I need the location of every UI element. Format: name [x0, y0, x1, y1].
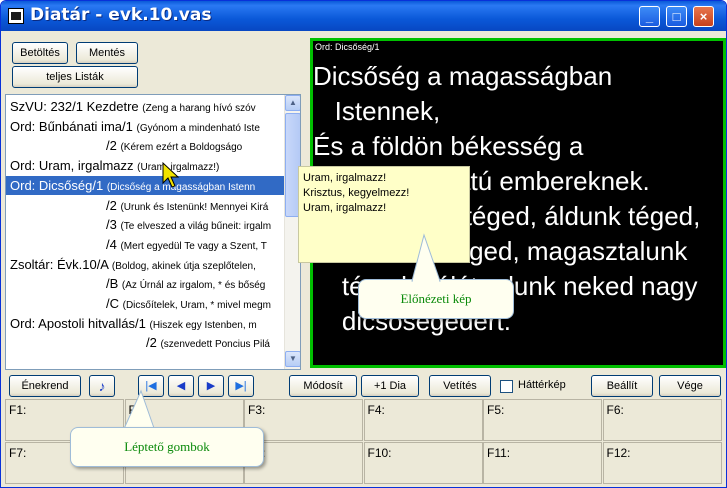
callout-joint	[413, 280, 439, 284]
list-item[interactable]: Ord: Uram, irgalmazz (Uram, irgalmazz!)	[6, 156, 286, 175]
list-item[interactable]: /2 (szenvedett Poncius Pilá	[6, 333, 286, 352]
preview-line: Dicsőség a magasságban	[313, 61, 613, 91]
list-item-title: /B	[106, 276, 119, 292]
list-item-title: /4	[106, 236, 117, 252]
list-item-title: Ord: Uram, irgalmazz	[10, 158, 134, 174]
list-item-subtitle: (szenvedett Poncius Pilá	[160, 339, 270, 351]
scroll-up-icon[interactable]: ▲	[285, 95, 300, 111]
settings-button[interactable]: Beállít	[591, 375, 653, 397]
list-item[interactable]: Ord: Apostoli hitvallás/1 (Hiszek egy Is…	[6, 314, 286, 333]
function-key-slot[interactable]: F6:	[602, 399, 722, 441]
list-item-subtitle: (Gyónom a mindenható Iste	[136, 122, 260, 134]
list-item-subtitle: (Mert egyedül Te vagy a Szent, T	[120, 240, 267, 252]
list-item-subtitle: (Kérem ezért a Boldogságo	[120, 142, 243, 154]
tooltip-line: Uram, irgalmazz!	[303, 202, 387, 214]
list-item-subtitle: (Dicsőség a magasságban Istenn	[106, 181, 256, 193]
full-lists-button[interactable]: teljes Listák	[12, 66, 138, 88]
close-button[interactable]: ×	[693, 6, 714, 27]
list-item-title: Ord: Dicsőség/1	[10, 177, 104, 193]
list-item-title: Zsoltár: Évk.10/A	[10, 256, 109, 272]
preview-line: Istennek,	[313, 96, 441, 126]
preview-line: És a földön békesség a	[313, 131, 584, 161]
title-bar[interactable]: Diatár - evk.10.vas _ □ ×	[1, 1, 726, 31]
mouse-cursor-icon	[162, 161, 180, 188]
background-image-checkbox[interactable]	[500, 380, 513, 393]
function-key-slot[interactable]: F5:	[483, 399, 602, 441]
list-item[interactable]: /3 (Te elveszed a világ bűneit: irgalm	[6, 215, 286, 234]
project-button[interactable]: Vetítés	[429, 375, 491, 397]
list-item[interactable]: /4 (Mert egyedül Te vagy a Szent, T	[6, 235, 286, 254]
plus-one-slide-button[interactable]: +1 Dia	[361, 375, 419, 397]
callout-joint-2	[125, 428, 153, 431]
list-item-title: /3	[106, 217, 117, 233]
songbook-button[interactable]: Énekrend	[9, 375, 81, 397]
service-list[interactable]: /2 (szenvedett Poncius Pilá Ord: Apostoli…	[5, 94, 301, 370]
list-item-title: /2	[106, 197, 117, 213]
list-item-subtitle: (Boldog, akinek útja szeplőtelen,	[111, 260, 256, 272]
window-title: Diatár - evk.10.vas	[30, 5, 212, 25]
last-slide-button[interactable]: ▶|	[228, 375, 254, 397]
list-item-subtitle: (Hiszek egy Istenben, m	[149, 319, 257, 331]
list-item-subtitle: (Dicsőítelek, Uram, * mivel megm	[122, 300, 271, 311]
list-item-subtitle: (Te elveszed a világ bűneit: irgalm	[120, 221, 272, 233]
list-item-title: Ord: Apostoli hitvallás/1	[10, 315, 146, 331]
app-window: Diatár - evk.10.vas _ □ × Betöltés Menté…	[0, 0, 727, 488]
list-item-subtitle: (Zeng a harang hívó szóv	[142, 103, 256, 114]
save-button[interactable]: Mentés	[76, 42, 138, 64]
list-item[interactable]: /2 (Urunk és Istenünk! Mennyei Kirá	[6, 196, 286, 215]
prev-slide-button[interactable]: ◀	[168, 375, 194, 397]
load-button[interactable]: Betöltés	[12, 42, 68, 64]
list-item-title: Ord: Bűnbánati ima/1	[10, 118, 133, 134]
list-item-title: /2	[146, 335, 157, 351]
list-item[interactable]: /B (Az Úrnál az irgalom, * és bőség	[6, 274, 286, 293]
tooltip-line: Krisztus, kegyelmezz!	[303, 187, 410, 199]
end-button[interactable]: Vége	[659, 375, 721, 397]
app-icon[interactable]	[8, 8, 24, 24]
background-image-label: Háttérkép	[518, 379, 566, 391]
stepper-callout: Léptető gombok	[70, 427, 264, 467]
tooltip-line: Uram, irgalmazz!	[303, 172, 387, 184]
next-slide-button[interactable]: ▶	[198, 375, 224, 397]
list-item-subtitle: (Az Úrnál az irgalom, * és bőség	[121, 280, 266, 292]
function-key-slot[interactable]: F11:	[483, 442, 602, 484]
list-item[interactable]: Zsoltár: Évk.10/A (Boldog, akinek útja s…	[6, 255, 286, 274]
list-item[interactable]: Ord: Bűnbánati ima/1 (Gyónom a mindenhat…	[6, 117, 286, 136]
function-key-slot[interactable]: F12:	[602, 442, 722, 484]
list-item[interactable]: /2 (Kérem ezért a Boldogságo	[6, 136, 286, 155]
function-key-slot[interactable]: F4:	[363, 399, 483, 441]
preview-label: Ord: Dicsőség/1	[315, 42, 380, 52]
list-item[interactable]: SzVU: 232/1 Kezdetre (Zeng a harang hívó…	[6, 97, 286, 116]
list-item[interactable]: Ord: Dicsőség/1 (Dicsőség a magasságban …	[6, 174, 287, 196]
list-item-title: /2	[106, 138, 117, 154]
music-note-icon[interactable]: ♪	[89, 375, 115, 397]
maximize-button[interactable]: □	[666, 6, 687, 27]
list-item[interactable]: /C (Dicsőítelek, Uram, * mivel megm	[6, 294, 286, 313]
list-item-title: SzVU: 232/1 Kezdetre	[10, 99, 139, 114]
scroll-down-icon[interactable]: ▼	[285, 351, 300, 367]
preview-callout: Előnézeti kép	[358, 279, 514, 319]
list-item-subtitle: (Urunk és Istenünk! Mennyei Kirá	[120, 201, 269, 213]
modify-button[interactable]: Módosít	[289, 375, 357, 397]
minimize-button[interactable]: _	[639, 6, 660, 27]
function-key-slot[interactable]: F10:	[363, 442, 483, 484]
list-item-title: /C	[106, 296, 119, 311]
preview-callout-pointer	[411, 233, 441, 282]
